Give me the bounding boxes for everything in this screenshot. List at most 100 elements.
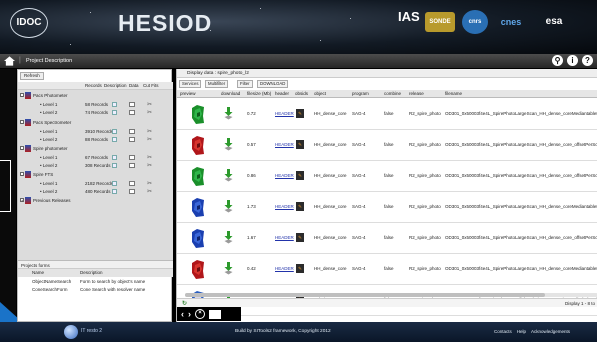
preview-thumbnail[interactable] <box>191 104 205 125</box>
scrollbar-thumb[interactable] <box>185 293 545 297</box>
breadcrumb[interactable]: Project Description <box>26 58 72 64</box>
tree-item[interactable]: • Level 1 3910 Records ✂ <box>18 128 173 136</box>
tree-category[interactable]: - Pacs Photometer <box>18 92 173 100</box>
download-icon[interactable] <box>224 169 233 182</box>
data-table-icon[interactable] <box>129 137 135 142</box>
obsids-icon[interactable]: ✎ <box>296 109 304 118</box>
download-icon[interactable] <box>224 107 233 120</box>
data-table-icon[interactable] <box>129 129 135 134</box>
column-data[interactable]: Data <box>129 83 139 88</box>
home-icon[interactable] <box>4 56 15 66</box>
record-count[interactable]: 67 Records <box>85 155 108 160</box>
download-button[interactable]: DOWNLOAD <box>257 80 289 88</box>
collapse-bracket[interactable] <box>0 160 11 212</box>
collapse-icon[interactable]: - <box>20 120 24 125</box>
description-icon[interactable] <box>112 181 117 186</box>
record-count[interactable]: 74 Records <box>85 110 108 115</box>
refresh-icon[interactable]: ↻ <box>182 300 187 307</box>
next-button[interactable]: › <box>188 309 191 319</box>
header-link[interactable]: HEADER <box>275 142 294 147</box>
description-icon[interactable] <box>112 110 117 115</box>
close-button[interactable]: × <box>195 309 205 319</box>
ias-logo[interactable]: IAS <box>398 9 420 24</box>
cut-fits-icon[interactable]: ✂ <box>147 154 152 161</box>
cnrs-logo[interactable]: cnrs <box>462 10 488 34</box>
description-icon[interactable] <box>112 102 117 107</box>
tree-category[interactable]: + Previous Releases <box>18 197 173 205</box>
form-name[interactable]: ObjectNameSearch <box>32 279 71 284</box>
cut-fits-icon[interactable]: ✂ <box>147 128 152 135</box>
filter-button[interactable]: Filter <box>237 80 253 88</box>
record-count[interactable]: 2182 Records <box>85 181 113 186</box>
column-description[interactable]: Description <box>80 270 103 275</box>
preview-thumbnail[interactable] <box>191 259 205 280</box>
obsids-icon[interactable]: ✎ <box>296 140 304 149</box>
tree-item[interactable]: • Level 1 2182 Records ✂ <box>18 180 173 188</box>
header-link[interactable]: HEADER <box>275 173 294 178</box>
tree-item[interactable]: • Level 1 58 Records ✂ <box>18 101 173 109</box>
tree-item[interactable]: • Level 2 480 Records ✂ <box>18 188 173 196</box>
record-count[interactable]: 58 Records <box>85 102 108 107</box>
help-icon[interactable]: ? <box>582 55 593 66</box>
services-button[interactable]: Services <box>179 80 202 88</box>
cut-fits-icon[interactable]: ✂ <box>147 188 152 195</box>
description-icon[interactable] <box>112 155 117 160</box>
record-count[interactable]: 88 Records <box>85 137 108 142</box>
header-link[interactable]: HEADER <box>275 235 294 240</box>
obsids-icon[interactable]: ✎ <box>296 233 304 242</box>
obsids-icon[interactable]: ✎ <box>296 171 304 180</box>
refresh-button[interactable]: Refresh <box>20 72 44 80</box>
column-object[interactable]: object <box>314 91 326 96</box>
header-link[interactable]: HEADER <box>275 111 294 116</box>
column-download[interactable]: download <box>221 91 240 96</box>
tree-item[interactable]: • Level 1 67 Records ✂ <box>18 154 173 162</box>
table-row[interactable]: 0.86 HEADER ✎ HH_dense_core SAG-4 false R2_spi… <box>177 162 597 192</box>
description-icon[interactable] <box>112 129 117 134</box>
tree-category[interactable]: - Spire FTS <box>18 171 173 179</box>
description-icon[interactable] <box>112 137 117 142</box>
sitools-logo[interactable]: IT resto 2 <box>64 325 126 339</box>
download-icon[interactable] <box>224 231 233 244</box>
header-link[interactable]: HEADER <box>275 266 294 271</box>
collapse-icon[interactable]: - <box>20 93 24 98</box>
column-obsids[interactable]: obsids <box>295 91 308 96</box>
data-table-icon[interactable] <box>129 163 135 168</box>
column-filename[interactable]: filename <box>445 91 462 96</box>
data-table-icon[interactable] <box>129 181 135 186</box>
cut-fits-icon[interactable]: ✂ <box>147 136 152 143</box>
table-row[interactable]: 1.67 HEADER ✎ HH_dense_core SAG-4 false R2_spi… <box>177 224 597 254</box>
cut-fits-icon[interactable]: ✂ <box>147 180 152 187</box>
esa-logo[interactable]: esa <box>534 12 574 32</box>
info-icon[interactable]: i <box>567 55 578 66</box>
tree-item[interactable]: • Level 2 308 Records ✂ <box>18 162 173 170</box>
collapse-icon[interactable]: - <box>20 146 24 151</box>
record-count[interactable]: 3910 Records <box>85 129 113 134</box>
download-icon[interactable] <box>224 138 233 151</box>
column-release[interactable]: release <box>409 91 424 96</box>
column-filesize[interactable]: filesize (Mb) <box>247 91 271 96</box>
preview-thumbnail[interactable] <box>191 135 205 156</box>
tree-item[interactable]: • Level 2 74 Records ✂ <box>18 109 173 117</box>
expand-icon[interactable]: + <box>20 198 24 203</box>
description-icon[interactable] <box>112 163 117 168</box>
data-table-icon[interactable] <box>129 102 135 107</box>
fullscreen-button[interactable] <box>209 309 221 319</box>
tree-category[interactable]: - Pacs Spectrometer <box>18 119 173 127</box>
contacts-link[interactable]: Contacts <box>494 329 512 334</box>
tree-category[interactable]: - Spire photometer <box>18 145 173 153</box>
tree-item[interactable]: • Level 2 88 Records ✂ <box>18 136 173 144</box>
column-description[interactable]: Description <box>104 83 127 88</box>
form-row[interactable]: ObjectNameSearch Form to search by objec… <box>18 278 173 286</box>
preview-thumbnail[interactable] <box>191 166 205 187</box>
header-link[interactable]: HEADER <box>275 204 294 209</box>
previous-button[interactable]: ‹ <box>181 309 184 319</box>
data-table-icon[interactable] <box>129 110 135 115</box>
collapse-icon[interactable]: - <box>20 172 24 177</box>
cnes-logo[interactable]: cnes <box>494 12 528 32</box>
sonde-logo[interactable]: SONDE <box>425 12 455 32</box>
column-records[interactable]: Records <box>85 83 102 88</box>
multifilter-button[interactable]: Multifilter <box>205 80 229 88</box>
download-icon[interactable] <box>224 262 233 275</box>
data-table-icon[interactable] <box>129 189 135 194</box>
column-cut-fits[interactable]: Cut Fits <box>143 83 159 88</box>
